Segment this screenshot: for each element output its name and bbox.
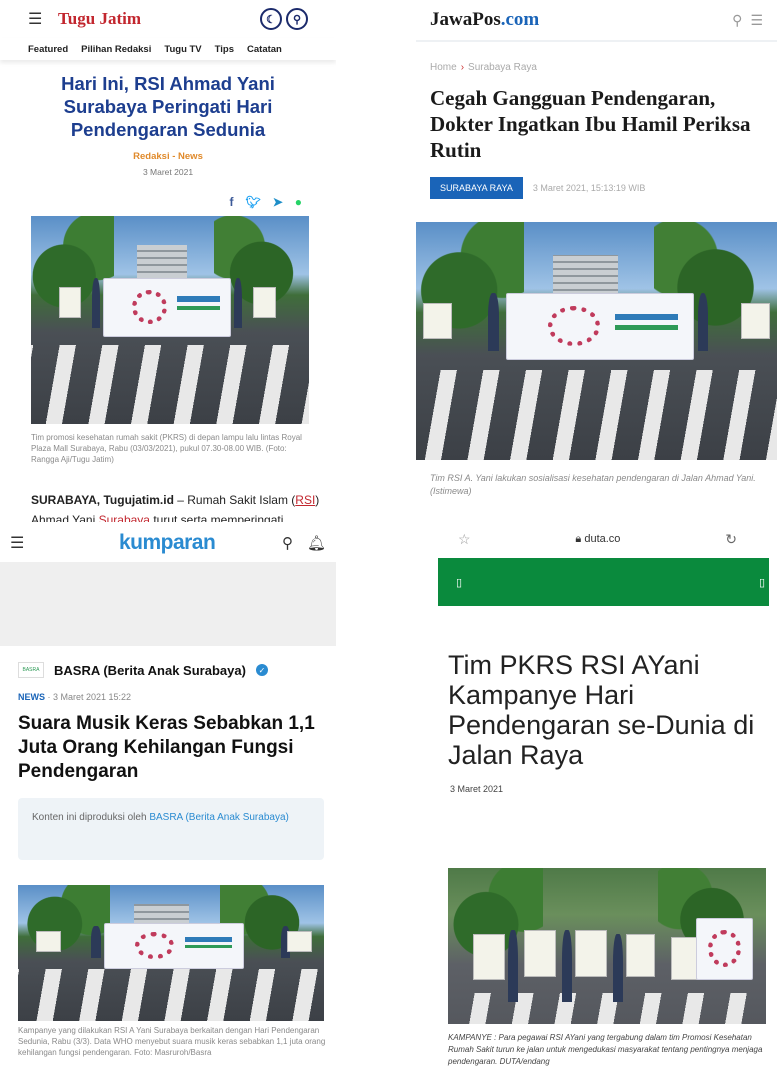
url-text: duta.co	[584, 532, 621, 545]
article-photo	[18, 885, 324, 1021]
author-name[interactable]: BASRA (Berita Anak Surabaya)	[54, 663, 246, 678]
category-link[interactable]: News	[178, 151, 203, 162]
content-disclaimer: Konten ini diproduksi oleh BASRA (Berita…	[18, 798, 324, 860]
breadcrumb-section[interactable]: Surabaya Raya	[468, 62, 537, 73]
logo-main: JawaPos	[430, 9, 501, 30]
menu-icon[interactable]: ☰	[28, 9, 50, 29]
nav-item-pilihan-redaksi[interactable]: Pilihan Redaksi	[81, 44, 151, 55]
menu-icon[interactable]: ☰	[10, 533, 24, 553]
category-link[interactable]: NEWS	[18, 692, 45, 702]
browser-url-bar: ☆ 🔒︎ duta.co ↻	[416, 522, 777, 556]
section-badge[interactable]: SURABAYA RAYA	[430, 177, 523, 199]
bookmark-star-icon[interactable]: ☆	[458, 531, 471, 548]
author-avatar[interactable]: BASRA	[18, 662, 44, 678]
body-text: turut serta memperingati	[149, 513, 284, 522]
tugujatim-screenshot: ☰ Tugu Jatim ☾ ⚲ Featured Pilihan Redaks…	[0, 0, 336, 522]
menu-icon[interactable]: ☰	[750, 12, 763, 29]
meta-separator: -	[169, 151, 179, 162]
dateline: SURABAYA, Tugujatim.id	[31, 493, 174, 507]
notification-bell-icon[interactable]: 🔔︎	[307, 534, 326, 552]
article-photo	[448, 868, 766, 1024]
verified-badge-icon: ✓	[255, 664, 268, 676]
nav-item-tips[interactable]: Tips	[215, 44, 234, 55]
facebook-icon[interactable]: f	[229, 195, 233, 209]
nav-item-catatan[interactable]: Catatan	[247, 44, 282, 55]
logo-domain: .com	[500, 9, 540, 30]
dark-mode-icon[interactable]: ☾	[260, 8, 282, 30]
article-photo	[416, 222, 777, 460]
kumparan-logo[interactable]: kumparan	[91, 531, 216, 555]
article-date: 3 Maret 2021, 15:13:19 WIB	[532, 183, 646, 193]
article-meta: SURABAYA RAYA 3 Maret 2021, 15:13:19 WIB	[416, 163, 777, 199]
tugujatim-nav: Featured Pilihan Redaksi Tugu TV Tips Ca…	[0, 38, 336, 60]
green-banner: ▯ ▯	[438, 558, 769, 606]
telegram-icon[interactable]: ➤	[273, 195, 283, 209]
article-date: 3 Maret 2021	[450, 784, 504, 794]
publisher-link[interactable]: BASRA (Berita Anak Surabaya)	[149, 812, 289, 823]
surabaya-link[interactable]: Surabaya	[99, 513, 150, 522]
breadcrumb-separator: ›	[460, 62, 465, 73]
whatsapp-icon[interactable]: ●	[295, 195, 302, 209]
tugujatim-logo[interactable]: Tugu Jatim	[58, 9, 141, 29]
photo-caption: Tim promosi kesehatan rumah sakit (PKRS)…	[31, 433, 302, 464]
photo-caption: Kampanye yang dilakukan RSI A Yani Surab…	[18, 1026, 326, 1057]
breadcrumb: Home › Surabaya Raya	[416, 42, 777, 73]
share-bar: f 🐦︎ ➤ ●	[0, 195, 336, 209]
missing-glyph-icon: ▯	[758, 576, 765, 589]
tugujatim-header: ☰ Tugu Jatim ☾ ⚲	[0, 0, 336, 38]
disclaimer-text: Konten ini diproduksi oleh	[32, 812, 150, 823]
url-field[interactable]: 🔒︎ duta.co	[575, 533, 620, 546]
article-photo	[31, 216, 309, 424]
article-date: 3 Maret 2021	[142, 167, 194, 177]
kumparan-screenshot: ☰ kumparan ⚲ 🔔︎ BASRA BASRA (Berita Anak…	[0, 526, 336, 1084]
photo-caption: Tim RSI A. Yani lakukan sosialisasi kese…	[430, 473, 756, 496]
breadcrumb-home[interactable]: Home	[430, 62, 457, 73]
jawapos-logo[interactable]: JawaPos.com	[430, 9, 539, 31]
article-title: Cegah Gangguan Pendengaran, Dokter Ingat…	[430, 86, 751, 162]
rsi-link[interactable]: RSI	[295, 493, 315, 507]
article-date: · 3 Maret 2021 15:22	[45, 692, 132, 702]
nav-item-tugu-tv[interactable]: Tugu TV	[164, 44, 201, 55]
article-title: Hari Ini, RSI Ahmad Yani Surabaya Pering…	[61, 73, 275, 140]
lock-icon: 🔒︎	[575, 532, 582, 545]
jawapos-screenshot: JawaPos.com ⚲ ☰ Home › Surabaya Raya Cegah…	[416, 0, 777, 512]
search-icon[interactable]: ⚲	[286, 8, 308, 30]
jawapos-header: JawaPos.com ⚲ ☰	[416, 0, 777, 42]
photo-caption: KAMPANYE : Para pegawai RSI AYani yang t…	[448, 1033, 763, 1066]
duta-screenshot: ☆ 🔒︎ duta.co ↻ ▯ ▯ Tim PKRS RSI AYani Ka…	[416, 522, 777, 1084]
search-icon[interactable]: ⚲	[282, 534, 293, 552]
search-icon[interactable]: ⚲	[732, 12, 742, 29]
ad-placeholder	[0, 562, 336, 646]
article-title: Tim PKRS RSI AYani Kampanye Hari Pendeng…	[448, 650, 755, 770]
article-meta: Redaksi - News	[0, 151, 336, 162]
kumparan-header: ☰ kumparan ⚲ 🔔︎	[0, 526, 336, 560]
author-row: BASRA BASRA (Berita Anak Surabaya) ✓	[0, 646, 336, 678]
article-meta: NEWS · 3 Maret 2021 15:22	[0, 678, 336, 702]
body-text: – Rumah Sakit Islam (	[173, 493, 296, 507]
missing-glyph-icon: ▯	[456, 576, 463, 589]
author-link[interactable]: Redaksi	[133, 151, 169, 162]
twitter-icon[interactable]: 🐦︎	[245, 195, 260, 209]
article-body: SURABAYA, Tugujatim.id – Rumah Sakit Isl…	[31, 490, 321, 522]
reload-icon[interactable]: ↻	[725, 531, 737, 548]
nav-item-featured[interactable]: Featured	[28, 44, 68, 55]
article-title: Suara Musik Keras Sebabkan 1,1 Juta Oran…	[18, 713, 315, 782]
